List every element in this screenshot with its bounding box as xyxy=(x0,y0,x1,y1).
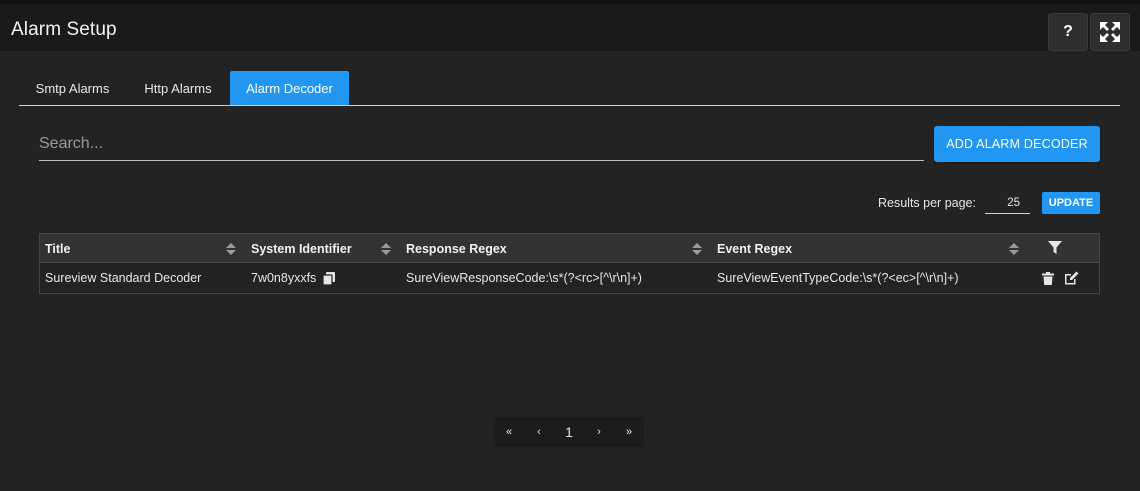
filter-icon[interactable] xyxy=(1048,241,1062,255)
fullscreen-button[interactable] xyxy=(1090,13,1130,51)
current-page-button[interactable]: 1 xyxy=(554,417,584,447)
decoder-table: Title System Identifier Response Regex E… xyxy=(39,233,1100,294)
sort-icon[interactable] xyxy=(1009,243,1019,255)
tab-alarm-decoder[interactable]: Alarm Decoder xyxy=(230,71,349,105)
column-header-title[interactable]: Title xyxy=(45,234,70,263)
column-header-system-identifier[interactable]: System Identifier xyxy=(251,234,352,263)
cell-event-regex: SureViewEventTypeCode:\s*(?<ec>[^\r\n]+) xyxy=(717,271,959,285)
trash-icon[interactable] xyxy=(1042,272,1054,285)
first-page-button[interactable]: « xyxy=(494,417,524,447)
update-button[interactable]: UPDATE xyxy=(1042,192,1100,214)
search-input[interactable] xyxy=(39,128,924,160)
results-per-page-label: Results per page: xyxy=(878,196,976,210)
prev-page-button[interactable]: ‹ xyxy=(524,417,554,447)
cell-title: Sureview Standard Decoder xyxy=(45,271,202,285)
tab-smtp-alarms[interactable]: Smtp Alarms xyxy=(19,71,126,105)
search-field xyxy=(39,128,924,161)
pagination: « ‹ 1 › » xyxy=(494,417,644,447)
help-label: ? xyxy=(1063,23,1073,40)
fullscreen-icon xyxy=(1100,22,1120,42)
cell-response-regex: SureViewResponseCode:\s*(?<rc>[^\r\n]+) xyxy=(406,271,642,285)
tab-bar: Smtp Alarms Http Alarms Alarm Decoder xyxy=(19,71,1120,106)
cell-system-identifier: 7w0n8yxxfs xyxy=(251,263,336,293)
table-header: Title System Identifier Response Regex E… xyxy=(40,234,1099,263)
last-page-button[interactable]: » xyxy=(614,417,644,447)
sort-icon[interactable] xyxy=(381,243,391,255)
copy-icon[interactable] xyxy=(323,271,336,285)
results-per-page-input[interactable]: 25 xyxy=(985,193,1030,214)
page-title: Alarm Setup xyxy=(11,19,117,40)
tab-http-alarms[interactable]: Http Alarms xyxy=(126,71,230,105)
column-header-response-regex[interactable]: Response Regex xyxy=(406,234,507,263)
sort-icon[interactable] xyxy=(226,243,236,255)
next-page-button[interactable]: › xyxy=(584,417,614,447)
table-row[interactable]: Sureview Standard Decoder 7w0n8yxxfs Sur… xyxy=(40,263,1099,293)
add-alarm-decoder-button[interactable]: ADD ALARM DECODER xyxy=(934,126,1100,162)
help-button[interactable]: ? xyxy=(1048,13,1088,51)
edit-icon[interactable] xyxy=(1064,271,1079,285)
sort-icon[interactable] xyxy=(692,243,702,255)
top-bar: Alarm Setup ? xyxy=(0,0,1140,51)
column-header-event-regex[interactable]: Event Regex xyxy=(717,234,792,263)
system-identifier-value: 7w0n8yxxfs xyxy=(251,271,317,285)
